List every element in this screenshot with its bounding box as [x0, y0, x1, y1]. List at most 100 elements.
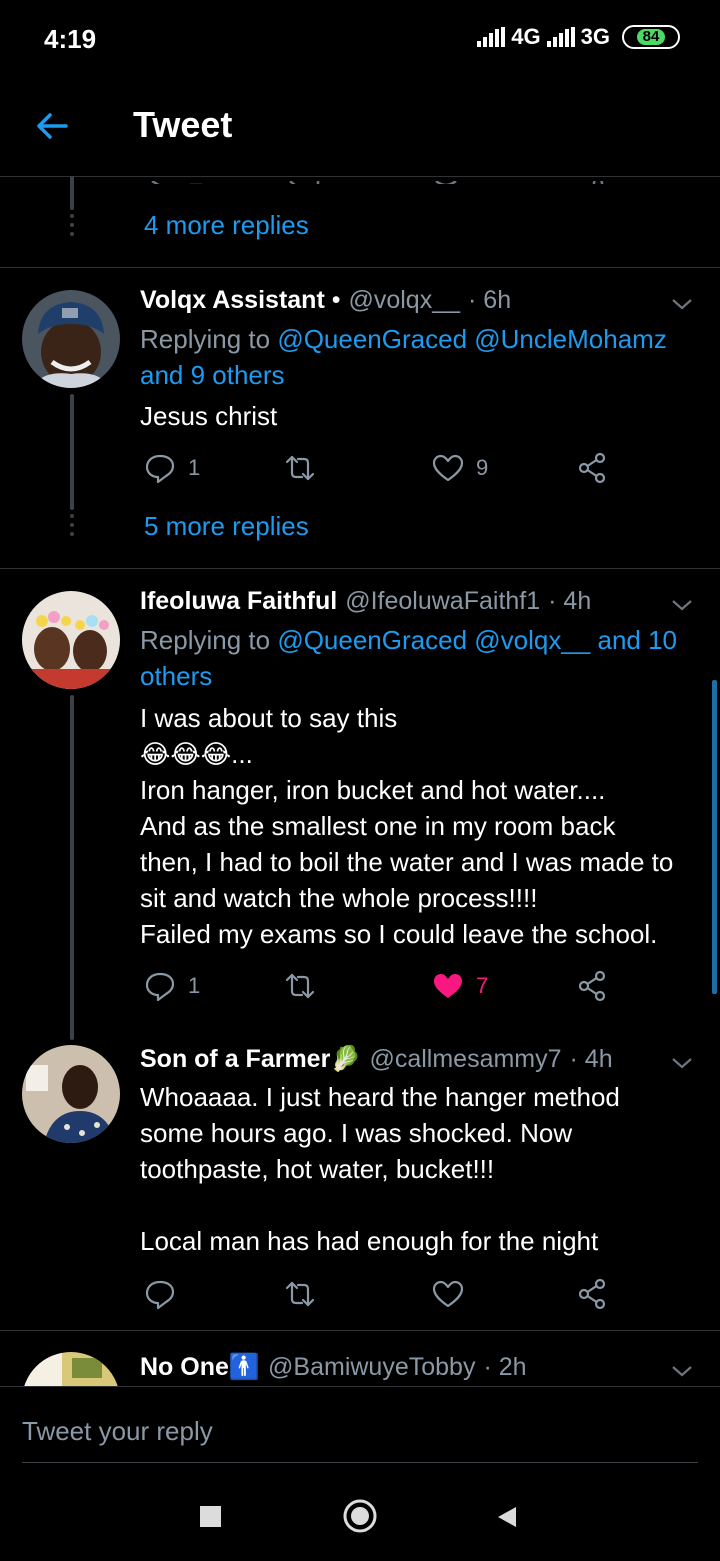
share-button[interactable]	[576, 970, 608, 1002]
reply-count: 1	[188, 973, 201, 998]
text-line: 😂😂😂...	[140, 739, 253, 769]
tweet-header: No One🚹 @BamiwuyeTobby · 2h	[140, 1353, 527, 1382]
text-line: toothpaste, hot water, bucket!!!	[140, 1154, 495, 1184]
tweet-actions: 1 7	[144, 968, 624, 1004]
status-icons: 4G 3G 84	[477, 24, 680, 50]
chevron-down-icon[interactable]	[670, 1359, 694, 1383]
network-type-1: 4G	[511, 24, 541, 49]
reply-button[interactable]: 1	[144, 452, 200, 484]
tweet-text: Whoaaaa. I just heard the hanger method …	[140, 1079, 710, 1259]
recents-button[interactable]	[200, 1506, 221, 1527]
header-bar	[0, 80, 720, 177]
reply-composer	[0, 1386, 720, 1561]
thread-line	[70, 394, 74, 510]
tweet-actions	[144, 1276, 624, 1312]
retweet-icon	[285, 973, 315, 999]
display-name[interactable]: Son of a Farmer🥬	[140, 1045, 361, 1074]
back-button[interactable]	[496, 1506, 518, 1528]
text-line: Whoaaaa. I just heard the hanger method	[140, 1082, 620, 1112]
retweet-button[interactable]	[284, 452, 316, 484]
text-line: And as the smallest one in my room back	[140, 811, 616, 841]
text-line: some hours ago. I was shocked. Now	[140, 1118, 573, 1148]
replying-to: Replying to @QueenGraced @UncleMohamz an…	[140, 324, 667, 390]
tweet-text: I was about to say this 😂😂😂... Iron hang…	[140, 700, 710, 952]
reply-button[interactable]: 1	[144, 970, 200, 1002]
avatar[interactable]	[22, 591, 120, 689]
share-icon	[578, 452, 606, 484]
avatar[interactable]	[22, 290, 120, 388]
battery-icon: 84	[622, 25, 680, 49]
tweet-header: Son of a Farmer🥬 @callmesammy7 · 4h	[140, 1045, 613, 1074]
handle[interactable]: @BamiwuyeTobby	[268, 1353, 475, 1382]
reply-input[interactable]: Tweet your reply	[22, 1416, 213, 1447]
like-button[interactable]: 7	[432, 970, 488, 1002]
text-line: sit and watch the whole process!!!!	[140, 883, 538, 913]
handle[interactable]: @callmesammy7	[369, 1045, 561, 1074]
display-name[interactable]: No One🚹	[140, 1353, 260, 1382]
chevron-down-icon[interactable]	[670, 1051, 694, 1075]
home-button[interactable]	[343, 1499, 377, 1533]
text-line: Local man has had enough for the night	[140, 1226, 599, 1256]
text-line: then, I had to boil the water and I was …	[140, 847, 674, 877]
scrollbar[interactable]	[712, 680, 717, 994]
thread-line	[70, 176, 74, 210]
avatar[interactable]	[22, 1352, 120, 1386]
tweet-actions: 1 9	[144, 450, 624, 486]
chevron-down-icon[interactable]	[670, 292, 694, 316]
handle[interactable]: @IfeoluwaFaithf1	[345, 587, 540, 616]
timestamp: · 4h	[548, 587, 592, 615]
divider	[0, 568, 720, 569]
signal-icon	[477, 27, 506, 47]
more-replies-link[interactable]: 4 more replies	[144, 210, 309, 241]
text-line: Failed my exams so I could leave the sch…	[140, 919, 658, 949]
network-type-2: 3G	[580, 24, 610, 49]
retweet-button[interactable]	[284, 1278, 316, 1310]
chevron-down-icon[interactable]	[670, 593, 694, 617]
reply-icon	[145, 972, 175, 1002]
thread-dots	[70, 214, 74, 241]
reply-count: 1	[188, 455, 201, 480]
timestamp: · 2h	[483, 1353, 527, 1381]
like-icon	[434, 974, 462, 998]
like-icon	[432, 454, 464, 482]
like-count: 7	[476, 973, 489, 998]
cropped-action-row	[0, 176, 720, 184]
reply-icon	[145, 1280, 175, 1310]
divider	[0, 267, 720, 268]
tweet-text: Jesus christ	[140, 401, 278, 431]
reply-icon	[145, 454, 175, 484]
signal-icon-2	[546, 27, 575, 47]
battery-level: 84	[636, 29, 666, 45]
status-time: 4:19	[44, 24, 97, 54]
tweet-header: Ifeoluwa Faithful @IfeoluwaFaithf1 · 4h	[140, 587, 591, 616]
like-icon	[432, 1280, 464, 1308]
timestamp: · 6h	[468, 286, 512, 314]
share-icon	[578, 970, 606, 1002]
timestamp: · 4h	[569, 1045, 613, 1073]
divider	[0, 1330, 720, 1331]
text-line	[140, 1187, 710, 1223]
avatar[interactable]	[22, 1045, 120, 1143]
retweet-button[interactable]	[284, 970, 316, 1002]
page-title: Tweet	[133, 104, 233, 145]
replying-to: Replying to @QueenGraced @volqx__ and 10…	[140, 625, 678, 691]
text-line: I was about to say this	[140, 703, 398, 733]
more-replies-link[interactable]: 5 more replies	[144, 511, 309, 542]
like-button[interactable]: 9	[432, 452, 488, 484]
share-icon	[578, 1278, 606, 1310]
display-name[interactable]: Volqx Assistant •	[140, 286, 340, 315]
handle[interactable]: @volqx__	[348, 286, 460, 315]
like-count: 9	[476, 455, 489, 480]
reply-button[interactable]	[144, 1278, 176, 1310]
display-name[interactable]: Ifeoluwa Faithful	[140, 587, 337, 616]
retweet-icon	[285, 455, 315, 481]
share-button[interactable]	[576, 452, 608, 484]
text-line: Iron hanger, iron bucket and hot water..…	[140, 775, 606, 805]
share-button[interactable]	[576, 1278, 608, 1310]
retweet-icon	[285, 1281, 315, 1307]
thread-line	[70, 695, 74, 1040]
thread-dots	[70, 514, 74, 541]
back-arrow-icon[interactable]	[34, 108, 70, 144]
tweet-header: Volqx Assistant • @volqx__ · 6h	[140, 286, 511, 315]
like-button[interactable]	[432, 1278, 464, 1310]
